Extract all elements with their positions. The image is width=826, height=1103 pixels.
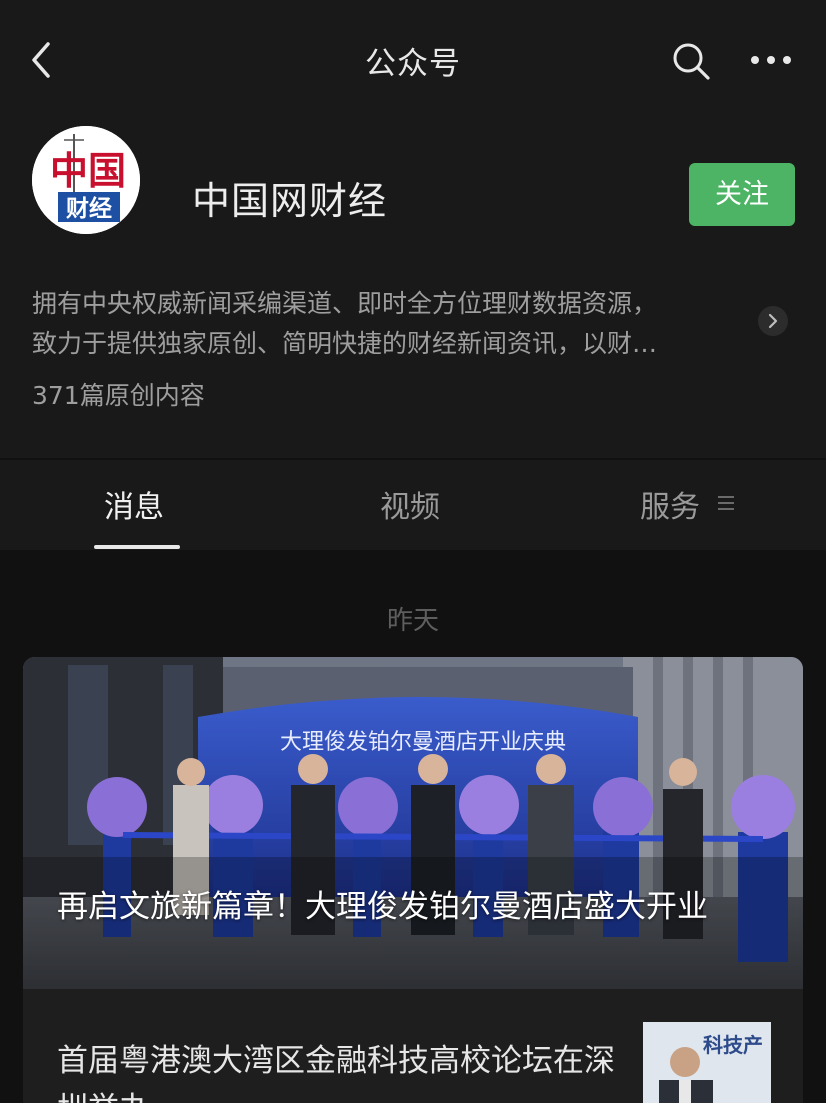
more-button[interactable] [746, 40, 796, 80]
top-nav-bar: 公众号 [0, 0, 826, 118]
banner-text: 大理俊发铂尔曼酒店开业庆典 [280, 730, 566, 755]
article-cover-title: 再启文旅新篇章！大理俊发铂尔曼酒店盛大开业 [57, 889, 708, 925]
more-icon [751, 56, 791, 64]
account-avatar[interactable]: 中国 财经 [32, 126, 140, 234]
thumbnail-text: 科技产 [703, 1033, 763, 1057]
active-tab-indicator [94, 545, 180, 549]
article-card: 大理俊发铂尔曼酒店开业庆典 再启文旅新篇章！大理俊发铂尔曼酒店盛大开业 首届粤港… [23, 657, 803, 1103]
tab-videos[interactable]: 视频 [380, 482, 440, 526]
account-profile: 中国 财经 中国网财经 关注 拥有中央权威新闻采编渠道、即时全方位理财数据资源，… [0, 118, 826, 458]
account-name: 中国网财经 [192, 179, 388, 223]
menu-icon[interactable] [716, 494, 736, 512]
original-content-count[interactable]: 371篇原创内容 [32, 376, 205, 412]
description-line-2: 致力于提供独家原创、简明快捷的财经新闻资讯，以财… [32, 329, 658, 358]
article-list-item[interactable]: 首届粤港澳大湾区金融科技高校论坛在深圳举办 科技产 [23, 989, 803, 1103]
search-button[interactable] [668, 38, 714, 84]
follow-button[interactable]: 关注 [689, 163, 795, 226]
description-line-1: 拥有中央权威新闻采编渠道、即时全方位理财数据资源， [32, 289, 658, 318]
article-cover[interactable]: 大理俊发铂尔曼酒店开业庆典 再启文旅新篇章！大理俊发铂尔曼酒店盛大开业 [23, 657, 803, 989]
tab-messages[interactable]: 消息 [104, 482, 164, 526]
tab-services[interactable]: 服务 [640, 482, 700, 526]
logo-text-bottom: 财经 [66, 195, 112, 222]
chevron-right-icon [768, 313, 778, 329]
tab-bar: 消息 视频 服务 [0, 460, 826, 550]
ribbon-cutting-photo: 大理俊发铂尔曼酒店开业庆典 [23, 657, 803, 989]
date-separator: 昨天 [386, 606, 439, 636]
china-finance-logo-icon: 中国 财经 [32, 126, 140, 234]
logo-text-top: 中国 [50, 148, 126, 193]
search-icon [673, 43, 710, 80]
forum-photo: 科技产 [643, 1022, 771, 1103]
article-item-thumbnail: 科技产 [643, 1022, 771, 1103]
account-description[interactable]: 拥有中央权威新闻采编渠道、即时全方位理财数据资源， 致力于提供独家原创、简明快捷… [32, 284, 752, 364]
expand-description-button[interactable] [758, 306, 788, 336]
article-item-title: 首届粤港澳大湾区金融科技高校论坛在深圳举办 [57, 1043, 615, 1103]
